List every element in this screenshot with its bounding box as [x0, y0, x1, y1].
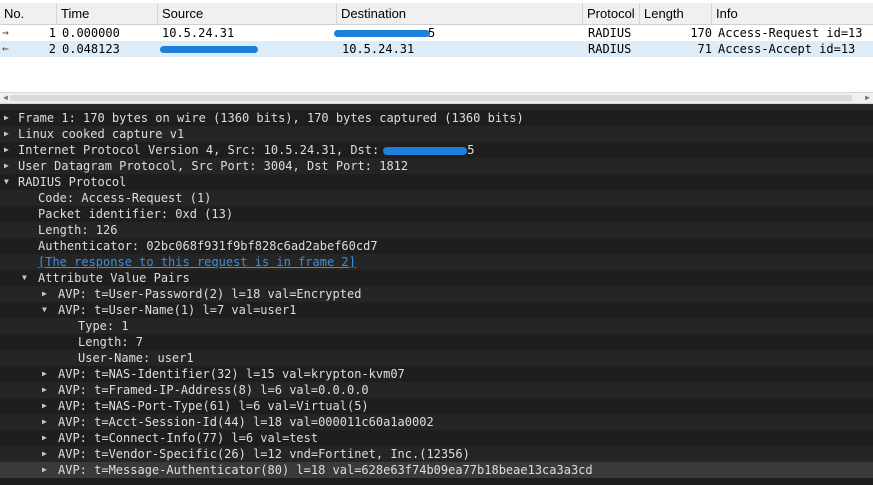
packet-protocol: RADIUS [588, 42, 632, 56]
ip-label-suffix: 5 [467, 143, 475, 157]
packet-protocol: RADIUS [588, 26, 632, 40]
tree-item-avp-user-password[interactable]: ▶ AVP: t=User-Password(2) l=18 val=Encry… [0, 286, 873, 302]
chevron-right-icon[interactable]: ▶ [42, 414, 52, 430]
tree-item-avp-nas-port-type[interactable]: ▶ AVP: t=NAS-Port-Type(61) l=6 val=Virtu… [0, 398, 873, 414]
packet-destination: 5 [428, 26, 436, 40]
tree-item-radius-protocol[interactable]: ▼ RADIUS Protocol [0, 174, 873, 190]
tree-item-response-link[interactable]: [The response to this request is in fram… [0, 254, 873, 270]
request-arrow-icon: → [2, 26, 9, 39]
column-header-length[interactable]: Length [640, 3, 712, 24]
packet-info: Access-Accept id=13 [718, 42, 856, 56]
redaction-mark [334, 30, 430, 37]
packet-list-pane: No. Time Source Destination Protocol Len… [0, 0, 873, 92]
packet-time: 0.000000 [62, 26, 120, 40]
tree-item-label: Code: Access-Request (1) [38, 191, 212, 205]
packet-length: 170 [690, 26, 712, 40]
tree-item-label: User-Name: user1 [78, 351, 194, 365]
chevron-right-icon[interactable]: ▶ [42, 382, 52, 398]
tree-item-label: AVP: t=User-Password(2) l=18 val=Encrypt… [58, 287, 362, 301]
column-header-source[interactable]: Source [158, 3, 337, 24]
chevron-down-icon[interactable]: ▼ [42, 302, 52, 318]
packet-row-1[interactable]: → 1 0.000000 10.5.24.31 5 RADIUS 170 Acc… [0, 25, 873, 41]
tree-item-label: AVP: t=NAS-Port-Type(61) l=6 val=Virtual… [58, 399, 369, 413]
tree-item-linux-cooked-capture[interactable]: ▶ Linux cooked capture v1 [0, 126, 873, 142]
tree-item-label: AVP: t=Connect-Info(77) l=6 val=test [58, 431, 319, 445]
chevron-down-icon[interactable]: ▼ [4, 174, 14, 190]
chevron-right-icon[interactable]: ▶ [42, 398, 52, 414]
column-header-time[interactable]: Time [57, 3, 158, 24]
tree-item-label: User Datagram Protocol, Src Port: 3004, … [18, 159, 409, 173]
tree-item-avp-nas-identifier[interactable]: ▶ AVP: t=NAS-Identifier(32) l=15 val=kry… [0, 366, 873, 382]
column-header-destination[interactable]: Destination [337, 3, 583, 24]
chevron-right-icon[interactable]: ▶ [42, 286, 52, 302]
tree-item-avp-user-name[interactable]: ▼ AVP: t=User-Name(1) l=7 val=user1 [0, 302, 873, 318]
redaction-mark [383, 146, 468, 155]
column-header-no[interactable]: No. [0, 3, 57, 24]
scrollbar-thumb[interactable] [10, 95, 852, 101]
chevron-right-icon[interactable]: ▶ [42, 366, 52, 382]
tree-item-label: AVP: t=Framed-IP-Address(8) l=6 val=0.0.… [58, 383, 369, 397]
ip-label-prefix: Internet Protocol Version 4, Src: 10.5.2… [18, 143, 380, 157]
packet-details-pane: ▶ Frame 1: 170 bytes on wire (1360 bits)… [0, 110, 873, 485]
horizontal-scrollbar[interactable]: ◀ ▶ [0, 92, 873, 104]
chevron-right-icon[interactable]: ▶ [4, 142, 14, 158]
chevron-right-icon[interactable]: ▶ [4, 126, 14, 142]
tree-item-user-name-type[interactable]: Type: 1 [0, 318, 873, 334]
tree-item-packet-identifier[interactable]: Packet identifier: 0xd (13) [0, 206, 873, 222]
response-frame-link[interactable]: [The response to this request is in fram… [38, 254, 356, 270]
column-header-protocol[interactable]: Protocol [583, 3, 640, 24]
tree-item-label: Length: 7 [78, 335, 144, 349]
tree-item-avp-vendor-specific[interactable]: ▶ AVP: t=Vendor-Specific(26) l=12 vnd=Fo… [0, 446, 873, 462]
packet-length: 71 [697, 42, 712, 56]
packet-list-header: No. Time Source Destination Protocol Len… [0, 3, 873, 25]
tree-item-avp-message-authenticator[interactable]: ▶ AVP: t=Message-Authenticator(80) l=18 … [0, 462, 873, 478]
chevron-right-icon[interactable]: ▶ [4, 158, 14, 174]
tree-item-label: Packet identifier: 0xd (13) [38, 207, 234, 221]
tree-item-label: AVP: t=NAS-Identifier(32) l=15 val=krypt… [58, 367, 405, 381]
response-arrow-icon: ← [2, 42, 9, 55]
packet-time: 0.048123 [62, 42, 120, 56]
tree-item-attribute-value-pairs[interactable]: ▼ Attribute Value Pairs [0, 270, 873, 286]
tree-item-length[interactable]: Length: 126 [0, 222, 873, 238]
packet-no: 1 [48, 26, 56, 40]
tree-item-label: Internet Protocol Version 4, Src: 10.5.2… [18, 142, 474, 158]
tree-item-frame[interactable]: ▶ Frame 1: 170 bytes on wire (1360 bits)… [0, 110, 873, 126]
scroll-left-icon[interactable]: ◀ [3, 93, 8, 103]
chevron-down-icon[interactable]: ▼ [22, 270, 32, 286]
column-header-info[interactable]: Info [712, 3, 873, 24]
tree-item-user-name-length[interactable]: Length: 7 [0, 334, 873, 350]
tree-item-label: Frame 1: 170 bytes on wire (1360 bits), … [18, 111, 524, 125]
tree-item-label: AVP: t=Vendor-Specific(26) l=12 vnd=Fort… [58, 447, 470, 461]
packet-no: 2 [48, 42, 56, 56]
tree-item-label: RADIUS Protocol [18, 175, 127, 189]
tree-item-user-name-value[interactable]: User-Name: user1 [0, 350, 873, 366]
tree-item-label: Attribute Value Pairs [38, 271, 190, 285]
tree-item-avp-connect-info[interactable]: ▶ AVP: t=Connect-Info(77) l=6 val=test [0, 430, 873, 446]
tree-item-udp[interactable]: ▶ User Datagram Protocol, Src Port: 3004… [0, 158, 873, 174]
chevron-right-icon[interactable]: ▶ [42, 446, 52, 462]
tree-item-label: AVP: t=Acct-Session-Id(44) l=18 val=0000… [58, 415, 434, 429]
tree-item-label: AVP: t=User-Name(1) l=7 val=user1 [58, 303, 297, 317]
packet-source: 10.5.24.31 [162, 26, 235, 40]
tree-item-authenticator[interactable]: Authenticator: 02bc068f931f9bf828c6ad2ab… [0, 238, 873, 254]
tree-item-label: Length: 126 [38, 223, 118, 237]
tree-item-label: Authenticator: 02bc068f931f9bf828c6ad2ab… [38, 239, 378, 253]
tree-item-ipv4[interactable]: ▶ Internet Protocol Version 4, Src: 10.5… [0, 142, 873, 158]
redaction-mark [160, 46, 258, 53]
tree-item-avp-framed-ip-address[interactable]: ▶ AVP: t=Framed-IP-Address(8) l=6 val=0.… [0, 382, 873, 398]
packet-row-2[interactable]: ← 2 0.048123 10.5.24.31 RADIUS 71 Access… [0, 41, 873, 57]
packet-info: Access-Request id=13 [718, 26, 863, 40]
packet-destination: 10.5.24.31 [342, 42, 415, 56]
chevron-right-icon[interactable]: ▶ [42, 430, 52, 446]
scroll-right-icon[interactable]: ▶ [865, 93, 870, 103]
tree-item-code[interactable]: Code: Access-Request (1) [0, 190, 873, 206]
chevron-right-icon[interactable]: ▶ [42, 462, 52, 478]
tree-item-label: Type: 1 [78, 319, 129, 333]
tree-item-label: Linux cooked capture v1 [18, 127, 185, 141]
tree-item-avp-acct-session-id[interactable]: ▶ AVP: t=Acct-Session-Id(44) l=18 val=00… [0, 414, 873, 430]
chevron-right-icon[interactable]: ▶ [4, 110, 14, 126]
tree-item-label: AVP: t=Message-Authenticator(80) l=18 va… [58, 463, 593, 477]
